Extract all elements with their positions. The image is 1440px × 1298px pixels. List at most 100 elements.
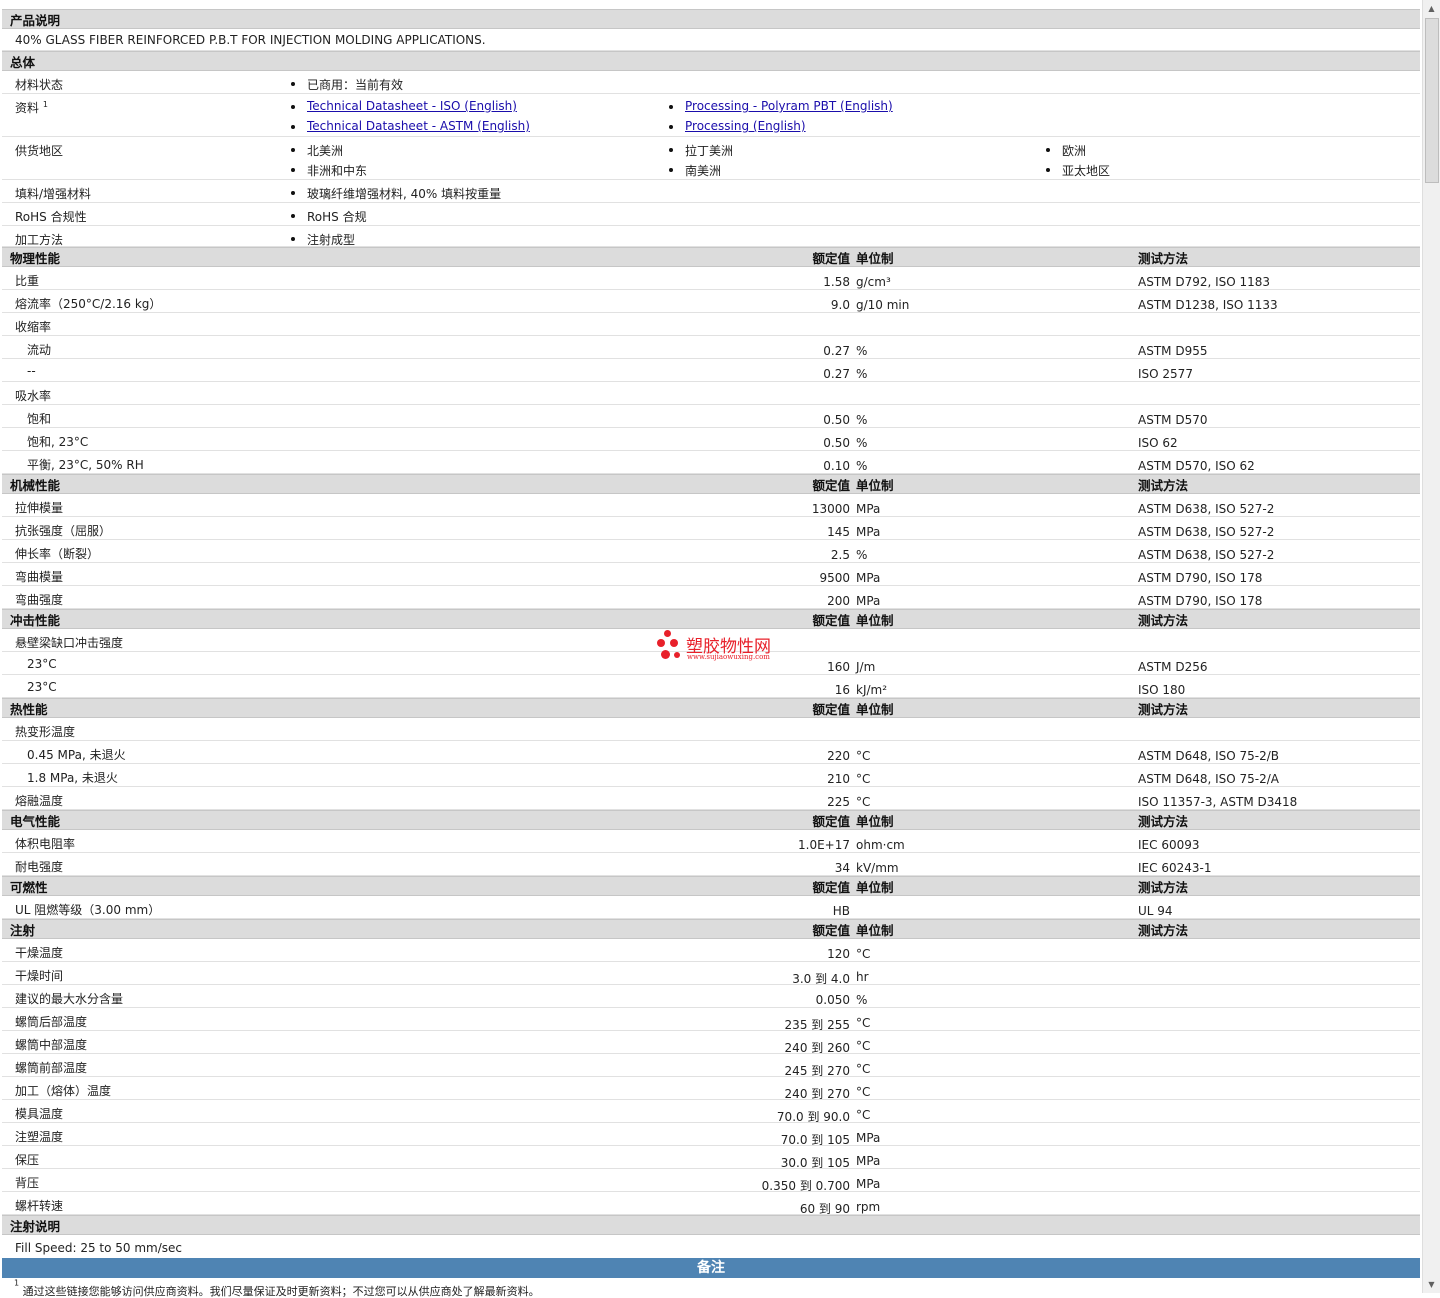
property-test-method: ISO 62 <box>1138 436 1178 450</box>
property-label: 伸长率（断裂） <box>15 547 100 561</box>
property-label: 23°C <box>27 657 57 671</box>
property-row: 干燥时间 3.0 到 4.0 hr <box>2 962 1420 986</box>
section-header-mechanical: 机械性能 额定值 单位制 测试方法 <box>2 474 1420 494</box>
scroll-up-arrow-icon[interactable]: ▲ <box>1423 0 1440 17</box>
property-label: 熔流率（250°C/2.16 kg） <box>15 297 162 311</box>
column-header-method: 测试方法 <box>1138 879 1189 895</box>
property-row: 弯曲模量 9500 MPa ASTM D790, ISO 178 <box>2 563 1420 586</box>
document-item: Technical Datasheet - ASTM (English) <box>291 119 530 133</box>
row-label: 加工方法 <box>15 233 64 247</box>
general-row-rohs: RoHS 合规性 RoHS 合规 <box>2 203 1420 226</box>
document-link-iso[interactable]: Technical Datasheet - ISO (English) <box>307 99 517 113</box>
property-row: 0.45 MPa, 未退火 220 °C ASTM D648, ISO 75-2/B <box>2 741 1420 764</box>
property-test-method: ISO 180 <box>1138 683 1186 697</box>
property-value: 0.050 <box>815 993 850 1007</box>
section-title: 产品说明 <box>10 12 61 28</box>
property-row: 拉伸模量 13000 MPa ASTM D638, ISO 527-2 <box>2 494 1420 517</box>
watermark-url: www.sujiaowuxing.com <box>687 653 770 661</box>
column-header-nominal: 额定值 <box>812 250 850 266</box>
property-unit: % <box>856 548 868 562</box>
region-item: 亚太地区 <box>1046 162 1110 179</box>
property-row: 熔流率（250°C/2.16 kg） 9.0 g/10 min ASTM D1238,… <box>2 290 1420 313</box>
property-unit: J/m <box>856 660 876 674</box>
property-unit: % <box>856 459 868 473</box>
footnote-text: 通过这些链接您能够访问供应商资料。我们尽量保证及时更新资料；不过您可以从供应商处… <box>22 1285 540 1298</box>
property-label: 体积电阻率 <box>15 837 76 851</box>
row-label: RoHS 合规性 <box>15 210 87 224</box>
property-row: 螺筒后部温度 235 到 255 °C <box>2 1008 1420 1032</box>
property-label: 饱和 <box>27 412 52 426</box>
column-header-method: 测试方法 <box>1138 813 1189 829</box>
property-value: 16 <box>834 683 850 697</box>
property-value: 0.50 <box>823 436 850 450</box>
general-row-documents: 资料 1 Technical Datasheet - ISO (English)… <box>2 94 1420 137</box>
document-item: Processing - Polyram PBT (English) <box>669 99 893 113</box>
property-label: 干燥时间 <box>15 969 64 983</box>
property-row: 比重 1.58 g/cm³ ASTM D792, ISO 1183 <box>2 267 1420 290</box>
property-label: 热变形温度 <box>15 725 76 739</box>
general-row-material-status: 材料状态 已商用：当前有效 <box>2 71 1420 94</box>
logo-dot <box>670 639 678 647</box>
row-label: 资料 1 <box>15 99 48 116</box>
property-row: 吸水率 <box>2 382 1420 405</box>
property-test-method: ISO 11357-3, ASTM D3418 <box>1138 795 1298 809</box>
vertical-scrollbar[interactable]: ▲ ▼ <box>1422 0 1440 1293</box>
column-header-nominal: 额定值 <box>812 922 850 938</box>
row-label: 供货地区 <box>15 144 64 158</box>
scroll-down-arrow-icon[interactable]: ▼ <box>1423 1276 1440 1293</box>
property-value: 120 <box>827 947 850 961</box>
property-label: -- <box>27 364 36 378</box>
column-header-unit: 单位制 <box>856 477 894 493</box>
property-label: 拉伸模量 <box>15 501 64 515</box>
remarks-header: 备注 <box>2 1258 1420 1278</box>
property-sections: 物理性能 额定值 单位制 测试方法 比重 1.58 g/cm³ ASTM D792, ISO … <box>2 247 1420 1216</box>
property-value: 34 <box>834 861 850 875</box>
property-row: 23°C 16 kJ/m² ISO 180 <box>2 675 1420 698</box>
property-label: 饱和, 23°C <box>27 435 89 449</box>
property-test-method: IEC 60243-1 <box>1138 861 1212 875</box>
property-label: 螺筒前部温度 <box>15 1061 88 1075</box>
document-item: Processing (English) <box>669 119 806 133</box>
section-header-product-description: 产品说明 <box>2 9 1420 29</box>
section-header-injection: 注射 额定值 单位制 测试方法 <box>2 919 1420 939</box>
scrollbar-thumb[interactable] <box>1425 18 1439 183</box>
property-unit: % <box>856 993 868 1007</box>
section-header-electrical: 电气性能 额定值 单位制 测试方法 <box>2 810 1420 830</box>
property-value: 0.27 <box>823 367 850 381</box>
property-row: 1.8 MPa, 未退火 210 °C ASTM D648, ISO 75-2/A <box>2 764 1420 787</box>
property-label: 加工（熔体）温度 <box>15 1084 112 1098</box>
column-header-unit: 单位制 <box>856 813 894 829</box>
general-row-supply-regions: 供货地区 北美洲 拉丁美洲 欧洲 非洲和中东 南美洲 亚太地区 <box>2 137 1420 180</box>
document-link-processing[interactable]: Processing (English) <box>685 119 806 133</box>
column-header-method: 测试方法 <box>1138 922 1189 938</box>
property-row: -- 0.27% ISO 2577 <box>2 359 1420 382</box>
logo-dot <box>661 650 670 659</box>
property-label: 比重 <box>15 274 40 288</box>
product-description-row: 40% GLASS FIBER REINFORCED P.B.T FOR INJ… <box>2 29 1420 51</box>
logo-dot <box>664 630 671 637</box>
section-header-thermal: 热性能 额定值 单位制 测试方法 <box>2 698 1420 718</box>
general-row-filler: 填料/增强材料 玻璃纤维增强材料, 40% 填料按重量 <box>2 180 1420 203</box>
property-unit: MPa <box>856 571 881 585</box>
property-test-method: ASTM D638, ISO 527-2 <box>1138 548 1275 562</box>
property-value: 2.5 <box>830 548 850 562</box>
document-item: Technical Datasheet - ISO (English) <box>291 99 517 113</box>
property-value: 1.58 <box>823 275 850 289</box>
document-link-processing-polyram[interactable]: Processing - Polyram PBT (English) <box>685 99 893 113</box>
section-title: 总体 <box>10 54 36 70</box>
property-value: 13000 <box>811 502 850 516</box>
property-label: 0.45 MPa, 未退火 <box>27 748 126 762</box>
material-status-value: 已商用：当前有效 <box>291 76 403 93</box>
property-unit: °C <box>856 795 871 809</box>
property-unit: g/cm³ <box>856 275 891 289</box>
region-item: 欧洲 <box>1046 142 1086 159</box>
property-label: 保压 <box>15 1153 40 1167</box>
section-header-general: 总体 <box>2 51 1420 71</box>
property-row: 饱和 0.50% ASTM D570 <box>2 405 1420 428</box>
property-row: 背压 0.350 到 0.700 MPa <box>2 1169 1420 1193</box>
property-label: 吸水率 <box>15 389 52 403</box>
column-header-nominal: 额定值 <box>812 477 850 493</box>
section-header-impact: 冲击性能 额定值 单位制 测试方法 <box>2 609 1420 629</box>
document-link-astm[interactable]: Technical Datasheet - ASTM (English) <box>307 119 530 133</box>
property-label: 干燥温度 <box>15 946 64 960</box>
